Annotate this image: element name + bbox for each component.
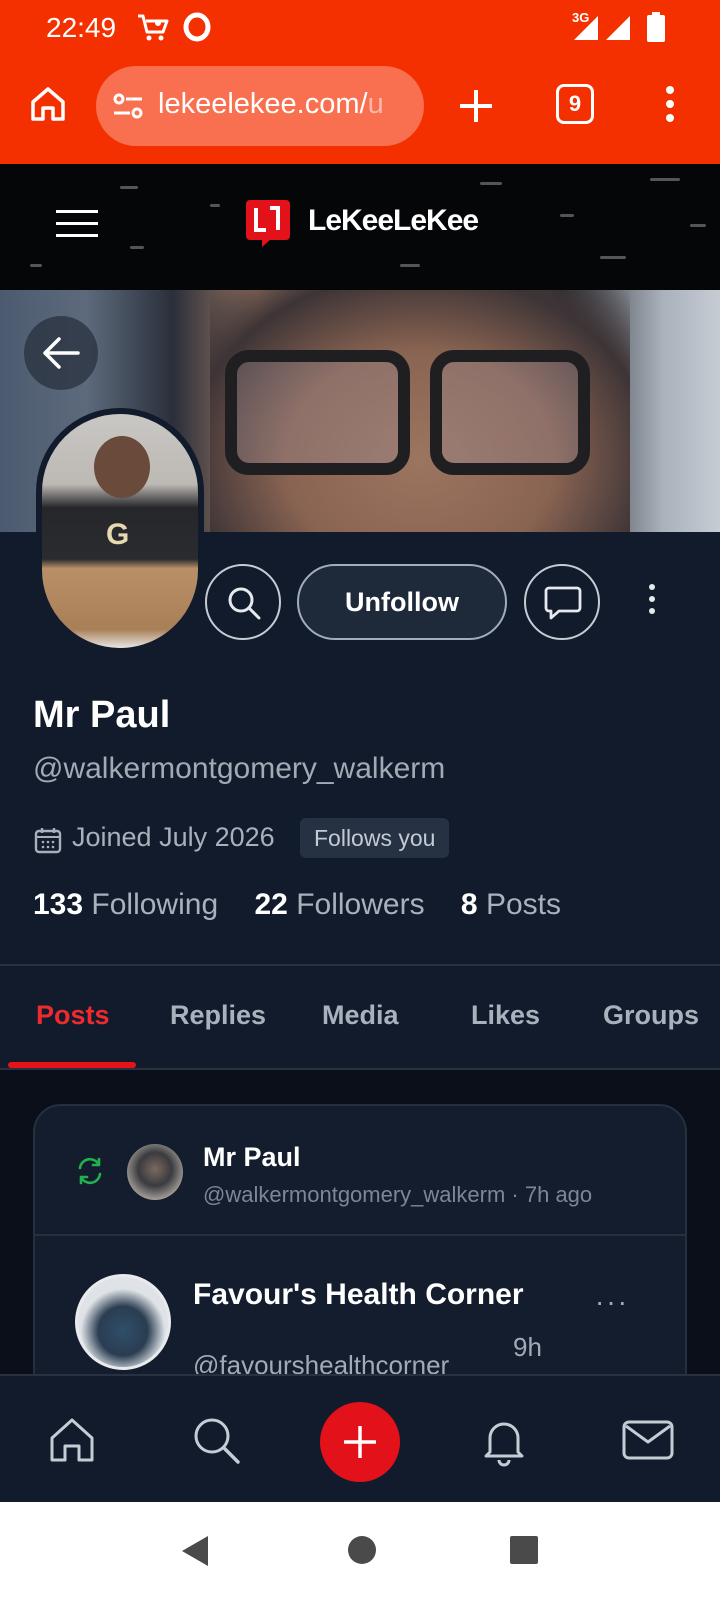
unfollow-button[interactable]: Unfollow bbox=[297, 564, 507, 640]
plus-icon bbox=[344, 1426, 376, 1458]
profile-avatar[interactable]: G bbox=[36, 408, 204, 654]
tab-likes[interactable]: Likes bbox=[471, 1000, 540, 1031]
tabs-icon[interactable]: 9 bbox=[556, 84, 594, 124]
url-text[interactable]: lekeelekee.com/u bbox=[158, 88, 420, 121]
cover-glasses-right bbox=[430, 350, 590, 475]
recents-square-icon[interactable] bbox=[508, 1534, 540, 1571]
post-author-handle: @favourshealthcorner bbox=[193, 1350, 450, 1374]
nav-bell-icon[interactable] bbox=[476, 1412, 532, 1468]
post-author-avatar[interactable] bbox=[75, 1274, 171, 1370]
follows-you-badge: Follows you bbox=[300, 818, 450, 858]
site-header: LeKeeLeKee bbox=[0, 164, 720, 290]
site-settings-icon[interactable] bbox=[112, 92, 144, 125]
tab-replies[interactable]: Replies bbox=[170, 1000, 266, 1031]
more-icon[interactable] bbox=[640, 584, 664, 620]
profile-handle: @walkermontgomery_walkerm bbox=[33, 752, 446, 785]
battery-icon bbox=[646, 12, 666, 47]
profile-stats: 133 Following 22 Followers 8 Posts bbox=[33, 888, 589, 922]
repost-meta: @walkermontgomery_walkerm · 7h ago bbox=[203, 1182, 593, 1207]
brand-logo-icon[interactable] bbox=[244, 198, 292, 253]
display-name: Mr Paul bbox=[33, 694, 171, 736]
compose-button[interactable] bbox=[320, 1402, 400, 1482]
followers-stat[interactable]: 22 Followers bbox=[254, 888, 424, 922]
signal-icon bbox=[572, 14, 634, 47]
repost-icon bbox=[75, 1156, 105, 1191]
bottom-nav bbox=[0, 1374, 720, 1502]
tab-groups[interactable]: Groups bbox=[603, 1000, 699, 1031]
post-author-name[interactable]: Favour's Health Corner bbox=[193, 1278, 524, 1312]
cover-glasses-left bbox=[225, 350, 410, 475]
browser-toolbar: lekeelekee.com/u 9 bbox=[0, 56, 720, 164]
search-icon bbox=[225, 584, 263, 627]
profile-tabs: Posts Replies Media Likes Groups bbox=[0, 966, 720, 1070]
back-button[interactable] bbox=[24, 316, 98, 390]
tab-media[interactable]: Media bbox=[322, 1000, 399, 1031]
calendar-icon bbox=[34, 826, 62, 859]
message-icon bbox=[544, 585, 582, 626]
cart-icon bbox=[136, 12, 170, 47]
profile-search-button[interactable] bbox=[205, 564, 281, 640]
joined-date: Joined July 2026 bbox=[72, 822, 275, 852]
address-bar[interactable]: lekeelekee.com/u bbox=[96, 66, 424, 146]
message-button[interactable] bbox=[524, 564, 600, 640]
posts-stat[interactable]: 8 Posts bbox=[461, 888, 561, 922]
back-triangle-icon[interactable] bbox=[178, 1534, 210, 1573]
tab-posts[interactable]: Posts bbox=[36, 1000, 110, 1031]
status-bar: 22:49 3G bbox=[0, 0, 720, 56]
menu-icon[interactable] bbox=[664, 84, 676, 129]
status-time: 22:49 bbox=[46, 12, 117, 43]
hamburger-menu-icon[interactable] bbox=[56, 208, 98, 245]
new-tab-icon[interactable] bbox=[456, 86, 496, 131]
home-icon[interactable] bbox=[28, 84, 68, 129]
brand-name[interactable]: LeKeeLeKee bbox=[308, 204, 479, 238]
home-circle-icon[interactable] bbox=[346, 1534, 378, 1571]
screen: 22:49 3G lekeelekee.com/u 9 LeKeeLeKee G… bbox=[0, 0, 720, 1600]
nav-search-icon[interactable] bbox=[188, 1412, 244, 1468]
post-time: 9h bbox=[513, 1332, 542, 1362]
divider bbox=[35, 1234, 685, 1236]
nav-home-icon[interactable] bbox=[44, 1412, 100, 1468]
avatar[interactable] bbox=[127, 1144, 183, 1200]
following-stat[interactable]: 133 Following bbox=[33, 888, 218, 922]
opera-icon bbox=[183, 12, 211, 47]
posts-feed: Mr Paul @walkermontgomery_walkerm · 7h a… bbox=[0, 1070, 720, 1374]
post-card[interactable]: Mr Paul @walkermontgomery_walkerm · 7h a… bbox=[33, 1104, 687, 1374]
android-nav-bar bbox=[0, 1502, 720, 1600]
post-more-icon[interactable]: ··· bbox=[595, 1286, 629, 1318]
nav-mail-icon[interactable] bbox=[620, 1412, 676, 1468]
repost-author-name[interactable]: Mr Paul bbox=[203, 1142, 301, 1173]
